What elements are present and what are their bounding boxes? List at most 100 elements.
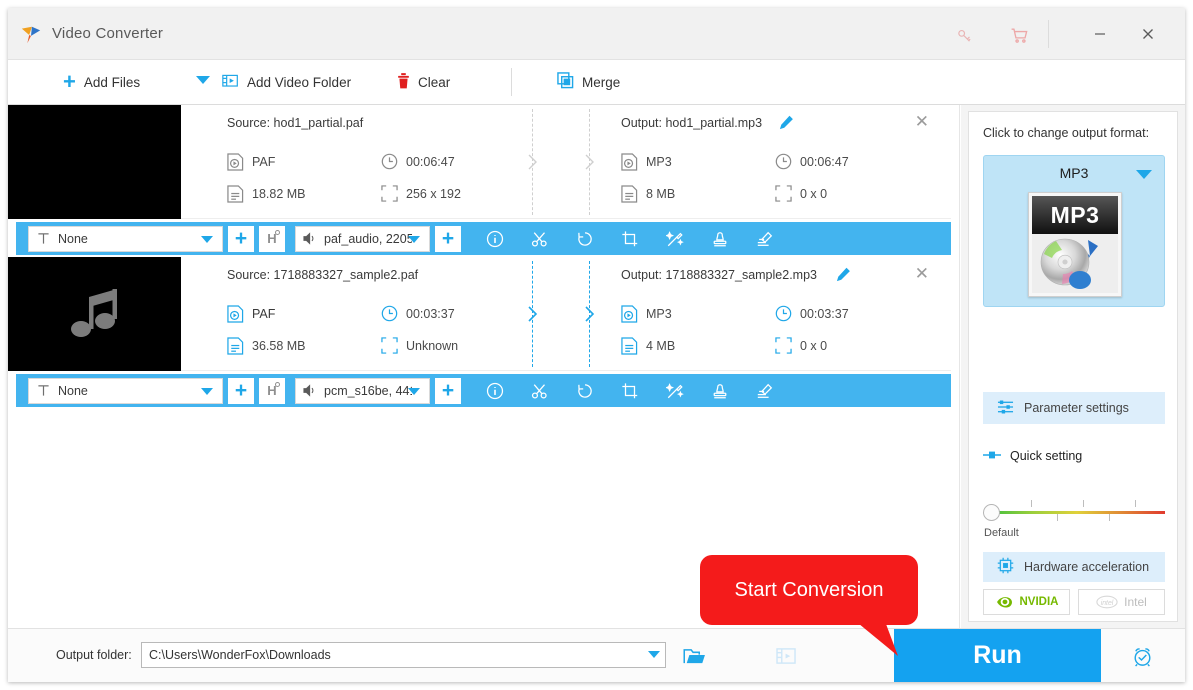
audio-caret-icon[interactable] [408,387,420,395]
output-size-value: 8 MB [646,187,676,201]
hdr-button[interactable]: H [259,377,285,404]
cd-music-note-icon [1040,238,1098,289]
minimize-button[interactable] [1076,20,1124,48]
source-format: PAF [227,305,275,323]
add-subtitle-button[interactable]: + [228,377,254,404]
subtitle-edit-icon[interactable] [755,229,775,249]
add-files-dropdown-caret-icon[interactable] [196,76,210,84]
format-thumb-art [1032,234,1118,293]
key-icon[interactable] [948,22,980,48]
file-tools [485,381,775,401]
slider-tick [1109,514,1110,521]
media-file-button[interactable] [769,642,803,670]
info-icon[interactable] [485,381,505,401]
file-card-body: Source: hod1_partial.paf PAF 00:06:47 18… [181,105,951,219]
source-duration-value: 00:06:47 [406,154,455,169]
subtitle-caret-icon[interactable] [201,235,213,243]
schedule-button[interactable] [1125,642,1159,670]
output-format-value: MP3 [646,155,672,169]
intel-toggle[interactable]: intel Intel [1078,589,1165,615]
scissors-icon[interactable] [530,229,550,249]
add-files-button[interactable]: + Add Files [63,60,140,104]
close-button[interactable] [1124,20,1172,48]
file-list: Source: hod1_partial.paf PAF 00:06:47 18… [8,105,960,628]
file-action-bar: None + H paf_audio, 22050 Hz + [16,222,951,255]
subtitle-select[interactable]: None [28,377,223,404]
add-files-label: Add Files [83,74,141,90]
crop-icon[interactable] [620,229,640,249]
source-resolution: 256 x 192 [381,185,461,202]
titlebar-divider [1048,20,1049,48]
add-audio-button[interactable]: + [435,377,461,404]
subtitle-caret-icon[interactable] [201,387,213,395]
output-folder-label: Output folder: [56,648,132,662]
quick-setting-label: Quick setting [1010,449,1083,463]
source-filename: Source: 1718883327_sample2.paf [227,268,419,282]
source-size: 36.58 MB [227,337,306,355]
crop-icon[interactable] [620,381,640,401]
chevron-right-icon [526,153,540,176]
source-resolution: Unknown [381,337,458,354]
cart-icon[interactable] [1003,22,1035,48]
file-thumbnail[interactable] [8,105,181,219]
output-resolution: 0 x 0 [775,185,827,202]
magic-wand-icon[interactable] [665,381,685,401]
output-filename: Output: 1718883327_sample2.mp3 [621,268,817,282]
nvidia-label: NVIDIA [1019,596,1059,608]
output-settings-card: Click to change output format: MP3 MP3 P… [968,111,1178,622]
file-action-bar: None + H pcm_s16be, 44100 + [16,374,951,407]
info-icon[interactable] [485,229,505,249]
scissors-icon[interactable] [530,381,550,401]
hardware-acceleration-button[interactable]: Hardware acceleration [983,552,1165,582]
remove-file-button[interactable]: ✕ [915,265,929,282]
parameter-settings-button[interactable]: Parameter settings [983,392,1165,424]
source-size: 18.82 MB [227,185,306,203]
output-folder-input[interactable]: C:\Users\WonderFox\Downloads [141,642,666,668]
toolbar-divider [511,68,512,96]
audio-track-select[interactable]: paf_audio, 22050 Hz [295,225,430,252]
stamp-icon[interactable] [710,229,730,249]
nvidia-toggle[interactable]: NVIDIA [983,589,1070,615]
file-thumbnail[interactable] [8,257,181,371]
hdr-button[interactable]: H [259,225,285,252]
stamp-icon[interactable] [710,381,730,401]
slider-knob[interactable] [983,504,1000,521]
add-video-folder-label: Add Video Folder [247,74,352,90]
edit-output-name-icon[interactable] [836,267,851,287]
trash-icon [397,72,410,92]
subtitle-select[interactable]: None [28,225,223,252]
clear-button[interactable]: Clear [397,60,450,104]
remove-file-button[interactable]: ✕ [915,113,929,130]
add-subtitle-button[interactable]: + [228,225,254,252]
audio-track-select[interactable]: pcm_s16be, 44100 [295,377,430,404]
subtitle-edit-icon[interactable] [755,381,775,401]
subtitle-value: None [58,231,88,246]
output-format: MP3 [621,305,672,323]
clear-label: Clear [418,74,451,90]
output-folder-caret-icon[interactable] [648,651,660,658]
merge-button[interactable]: Merge [557,60,620,104]
rotate-icon[interactable] [575,229,595,249]
output-format-selector[interactable]: MP3 MP3 [983,155,1165,307]
magic-wand-icon[interactable] [665,229,685,249]
add-video-folder-button[interactable]: Add Video Folder [222,60,351,104]
audio-caret-icon[interactable] [408,235,420,243]
source-resolution-value: 256 x 192 [406,186,461,201]
callout-text: Start Conversion [734,578,884,601]
open-folder-button[interactable] [677,642,711,670]
file-card[interactable]: Source: hod1_partial.paf PAF 00:06:47 18… [8,105,960,257]
format-caret-icon[interactable] [1136,170,1152,179]
file-card-body: Source: 1718883327_sample2.paf PAF 00:03… [181,257,951,371]
edit-output-name-icon[interactable] [779,115,794,135]
add-audio-button[interactable]: + [435,225,461,252]
output-resolution-value: 0 x 0 [800,186,828,201]
main-toolbar: + Add Files Add Video Folder Clear Merge [8,60,1185,105]
rotate-icon[interactable] [575,381,595,401]
slider-tick [1135,500,1136,507]
output-format-value: MP3 [646,307,672,321]
output-duration-value: 00:06:47 [800,154,849,169]
file-card[interactable]: Source: 1718883327_sample2.paf PAF 00:03… [8,257,960,409]
file-tools [485,229,775,249]
parameter-settings-label: Parameter settings [1024,401,1129,415]
quick-setting-row[interactable]: Quick setting [983,449,1082,463]
